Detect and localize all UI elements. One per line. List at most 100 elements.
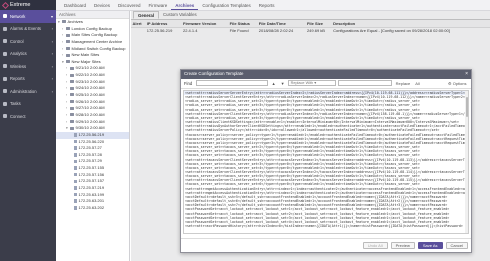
create-configuration-template-dialog: Create Configuration Template × Find ▲ ▼… (180, 69, 472, 253)
folder-icon (70, 126, 74, 130)
tab-firmware[interactable]: Firmware (145, 1, 172, 10)
tasks-icon (3, 101, 7, 106)
gear-icon (3, 89, 7, 94)
tree-folder-node[interactable]: › New Main Sites (56, 52, 129, 59)
folder-icon (66, 60, 70, 64)
find-previous-icon[interactable]: ▲ (270, 81, 277, 86)
nav-item-reports[interactable]: Reports › (0, 73, 56, 86)
tree-device-node[interactable]: 172.25.57.156 (56, 172, 129, 179)
device-icon (74, 153, 77, 157)
network-icon (3, 14, 7, 19)
folder-icon (70, 80, 74, 84)
nav-item-control[interactable]: Control › (0, 35, 56, 48)
replace-button[interactable]: Replace (394, 81, 412, 86)
nav-item-tasks[interactable]: Tasks (0, 98, 56, 111)
tab-reports[interactable]: Reports (255, 1, 279, 10)
tree-folder-node[interactable]: › London Config Backup (56, 26, 129, 33)
tree-folder-node[interactable]: › 9/27/10 2:00 AM (56, 105, 129, 112)
brand-name: Extreme (10, 2, 31, 8)
nav-item-label: Analytics (10, 51, 27, 57)
main-navigation: Extreme Network ▾ Alarms & Events › Control ›… (0, 0, 56, 261)
tree-node-label: Midland Switch Config Backup (71, 45, 126, 51)
chevron-icon: › (51, 63, 53, 69)
nav-item-connect[interactable]: Connect (0, 110, 56, 123)
tree-folder-node[interactable]: ▾ New Major Sites (56, 59, 129, 66)
device-icon (74, 139, 77, 144)
tree-device-node[interactable]: 172.25.63.201 (56, 198, 129, 205)
tree-device-node[interactable]: 172.25.57.155 (56, 165, 129, 172)
tree-node-label: 172.25.63.199 (78, 191, 105, 197)
replace-all-button[interactable]: All (414, 81, 421, 86)
template-text-editor[interactable]: <set><attr>radiusServerServerEntry</attr… (183, 90, 469, 234)
tree-device-node[interactable]: 172.25.63.199 (56, 192, 129, 199)
device-icon (74, 146, 77, 150)
tree-node-label: 9/25/10 2:00 AM (75, 92, 105, 98)
nav-item-administration[interactable]: Administration › (0, 85, 56, 98)
find-input[interactable] (196, 79, 269, 87)
tree-folder-node[interactable]: › 9/21/10 2:00 AM (56, 65, 129, 72)
replace-value-input[interactable] (338, 79, 393, 87)
folder-icon (70, 106, 74, 110)
tree-device-node[interactable]: 172.25.57.27 (56, 145, 129, 152)
tree-node-label: 9/23/10 2:00 AM (75, 78, 105, 84)
folder-icon (70, 86, 74, 90)
tree-folder-node[interactable]: ▾ 9/30/10 2:00 AM (56, 125, 129, 132)
tree-folder-node[interactable]: › 9/26/10 2:00 AM (56, 99, 129, 106)
folder-icon (70, 66, 74, 70)
tab-devices[interactable]: Devices (90, 1, 114, 10)
tree-node-label: New Main Sites (71, 52, 100, 58)
tree-node-label: 172.25.57.156 (78, 171, 105, 177)
replace-input[interactable]: Replace With ▾ (288, 79, 337, 87)
tree-node-label: Main Sites Config Backup (71, 32, 118, 38)
device-icon (74, 133, 77, 137)
folder-icon (70, 100, 74, 104)
tree-folder-node[interactable]: › Management Center Archive (56, 39, 129, 46)
nav-item-analytics[interactable]: Analytics › (0, 48, 56, 61)
folder-icon (62, 20, 66, 24)
tree-folder-node[interactable]: › 9/22/10 2:00 AM (56, 72, 129, 79)
close-icon[interactable]: × (465, 70, 468, 79)
nav-item-network[interactable]: Network ▾ (0, 10, 56, 23)
tree-node-label: 172.25.57.219 (78, 185, 105, 191)
tree-device-node[interactable]: 172.25.57.157 (56, 178, 129, 185)
tree-folder-node[interactable]: › 9/25/10 2:00 AM (56, 92, 129, 99)
device-icon (74, 199, 77, 203)
nav-item-label: Connect (10, 113, 26, 119)
tree-folder-node[interactable]: › 9/28/10 2:00 AM (56, 112, 129, 119)
save-as-button[interactable]: Save As (417, 242, 443, 249)
nav-item-wireless[interactable]: Wireless › (0, 60, 56, 73)
tab-archives[interactable]: Archives (171, 1, 199, 10)
tree-folder-node[interactable]: › Midland Switch Config Backup (56, 46, 129, 53)
cancel-button[interactable]: Cancel (445, 242, 468, 249)
tree-device-node[interactable]: 172.25.57.219 (56, 185, 129, 192)
options-dropdown[interactable]: ⚙ Options (446, 81, 468, 86)
undo-all-button[interactable]: Undo All (362, 242, 388, 249)
tree-device-node[interactable]: 172.25.63.202 (56, 205, 129, 212)
tree-folder-node[interactable]: ▾ Archives (56, 19, 129, 26)
tab-configuration-templates[interactable]: Configuration Templates (198, 1, 254, 10)
tab-discovered[interactable]: Discovered (114, 1, 145, 10)
tree-node-label: 9/21/10 2:00 AM (75, 65, 105, 71)
replace-dropdown-icon[interactable]: ▾ (314, 81, 316, 85)
tree-folder-node[interactable]: › 9/24/10 2:00 AM (56, 85, 129, 92)
tree-folder-node[interactable]: › 9/29/10 2:00 AM (56, 119, 129, 126)
tree-device-node[interactable]: 172.25.56.219 (56, 131, 129, 139)
tree-node-label: 172.25.57.157 (78, 178, 105, 184)
tree-folder-node[interactable]: › Main Sites Config Backup (56, 32, 129, 39)
tree-device-node[interactable]: 172.25.57.28 (56, 152, 129, 159)
tree-folder-node[interactable]: › 9/23/10 2:00 AM (56, 79, 129, 86)
tree-node-label: 9/24/10 2:00 AM (75, 85, 105, 91)
nav-item-alarms-events[interactable]: Alarms & Events › (0, 23, 56, 36)
tree-device-node[interactable]: 172.25.57.29 (56, 158, 129, 165)
folder-icon (70, 120, 74, 124)
editor-scrollbar[interactable] (465, 91, 468, 233)
tree-device-node[interactable]: 172.25.56.220 (56, 139, 129, 146)
scrollbar-thumb[interactable] (465, 97, 468, 117)
preview-button[interactable]: Preview (390, 242, 415, 249)
tree-node-label: 9/22/10 2:00 AM (75, 72, 105, 78)
report-icon (3, 76, 7, 81)
tree-node-label: 9/30/10 2:00 AM (75, 125, 105, 131)
find-next-icon[interactable]: ▼ (279, 81, 286, 86)
tab-dashboard[interactable]: Dashboard (60, 1, 90, 10)
editor-line: <set><attr>radiusServerPolicy</attr><idx… (185, 128, 440, 133)
